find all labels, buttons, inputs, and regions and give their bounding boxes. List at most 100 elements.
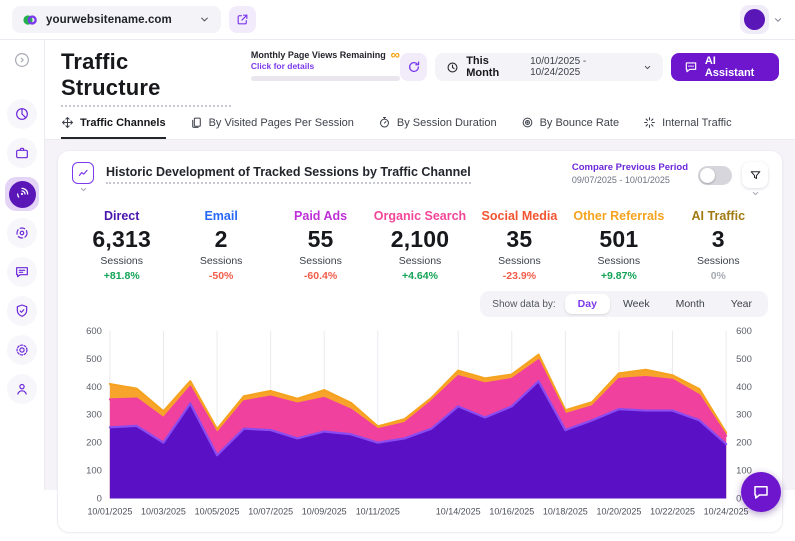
stat-direct[interactable]: Direct 6,313 Sessions +81.8% <box>72 209 171 282</box>
sidebar-item-account[interactable] <box>7 374 37 404</box>
chat-fab[interactable] <box>741 472 781 512</box>
stat-ai-traffic[interactable]: AI Traffic 3 Sessions 0% <box>669 209 768 282</box>
chevron-down-icon <box>643 63 652 72</box>
internal-traffic-icon <box>643 116 656 129</box>
sessions-radar-icon <box>14 186 30 202</box>
sidebar <box>0 40 45 490</box>
stat-label: Email <box>171 209 270 223</box>
tab-traffic-channels[interactable]: Traffic Channels <box>61 116 166 139</box>
date-range-selector[interactable]: This Month 10/01/2025 - 10/24/2025 <box>435 53 663 81</box>
compare-block: Compare Previous Period 09/07/2025 - 10/… <box>572 162 688 185</box>
tab-bar: Traffic Channels By Visited Pages Per Se… <box>45 116 795 139</box>
stat-label: Social Media <box>470 209 569 223</box>
chart-line-icon <box>72 162 94 184</box>
svg-text:0: 0 <box>97 493 102 504</box>
granularity-day[interactable]: Day <box>565 294 610 314</box>
granularity-week[interactable]: Week <box>610 294 663 314</box>
stat-unit: Sessions <box>370 255 469 267</box>
stat-paid-ads[interactable]: Paid Ads 55 Sessions -60.4% <box>271 209 370 282</box>
stat-label: Paid Ads <box>271 209 370 223</box>
stat-value: 35 <box>470 226 569 253</box>
tab-label: By Visited Pages Per Session <box>209 117 354 129</box>
content-area: Historic Development of Tracked Sessions… <box>45 140 795 541</box>
svg-text:400: 400 <box>736 382 752 393</box>
pages-icon <box>190 116 203 129</box>
sidebar-item-business[interactable] <box>7 138 37 168</box>
sidebar-item-goals[interactable] <box>7 218 37 248</box>
ai-assistant-button[interactable]: AI Assistant <box>671 53 779 81</box>
compare-label: Compare Previous Period <box>572 162 688 173</box>
svg-text:600: 600 <box>86 326 102 337</box>
svg-text:600: 600 <box>736 326 752 337</box>
site-selector[interactable]: yourwebsitename.com <box>12 6 221 33</box>
stat-email[interactable]: Email 2 Sessions -50% <box>171 209 270 282</box>
open-site-button[interactable] <box>229 6 256 33</box>
svg-text:200: 200 <box>86 438 102 449</box>
compare-toggle[interactable] <box>698 166 732 185</box>
tab-visited-pages[interactable]: By Visited Pages Per Session <box>190 116 354 139</box>
stat-label: Organic Search <box>370 209 469 223</box>
sidebar-item-traffic[interactable] <box>5 177 39 211</box>
svg-text:10/16/2025: 10/16/2025 <box>489 506 534 516</box>
period-label: This Month <box>466 55 523 79</box>
sidebar-item-messages[interactable] <box>7 257 37 287</box>
pie-chart-icon <box>14 106 30 122</box>
stat-unit: Sessions <box>171 255 270 267</box>
quota-widget: Monthly Page Views Remaining ∞ Click for… <box>251 50 400 81</box>
stat-organic-search[interactable]: Organic Search 2,100 Sessions +4.64% <box>370 209 469 282</box>
briefcase-icon <box>14 145 30 161</box>
refresh-button[interactable] <box>400 53 427 81</box>
show-data-by-label: Show data by: <box>483 299 564 310</box>
sidebar-item-analytics[interactable] <box>7 99 37 129</box>
svg-text:10/05/2025: 10/05/2025 <box>195 506 240 516</box>
tab-label: Internal Traffic <box>662 117 732 129</box>
sidebar-item-settings[interactable] <box>7 335 37 365</box>
sidebar-item-security[interactable] <box>7 296 37 326</box>
traffic-card: Historic Development of Tracked Sessions… <box>57 150 783 533</box>
stat-other-referrals[interactable]: Other Referrals 501 Sessions +9.87% <box>569 209 668 282</box>
sidebar-toggle[interactable] <box>9 47 35 73</box>
card-title: Historic Development of Tracked Sessions… <box>106 165 471 184</box>
stat-delta: -50% <box>171 270 270 282</box>
tab-bounce-rate[interactable]: By Bounce Rate <box>521 116 620 139</box>
chevron-down-icon[interactable] <box>79 185 88 194</box>
granularity-month[interactable]: Month <box>663 294 718 314</box>
granularity-switcher: Show data by: Day Week Month Year <box>480 291 768 317</box>
infinity-icon: ∞ <box>391 50 400 60</box>
stat-unit: Sessions <box>72 255 171 267</box>
ai-assistant-label: AI Assistant <box>705 55 766 79</box>
filter-button[interactable] <box>742 162 768 188</box>
svg-text:10/14/2025: 10/14/2025 <box>436 506 481 516</box>
avatar <box>740 5 769 34</box>
timer-icon <box>378 116 391 129</box>
stat-unit: Sessions <box>569 255 668 267</box>
tab-session-duration[interactable]: By Session Duration <box>378 116 497 139</box>
stat-value: 2,100 <box>370 226 469 253</box>
granularity-year[interactable]: Year <box>718 294 765 314</box>
svg-text:10/09/2025: 10/09/2025 <box>302 506 347 516</box>
clock-icon <box>446 61 459 74</box>
quota-details-link[interactable]: Click for details <box>251 61 400 71</box>
stat-label: AI Traffic <box>669 209 768 223</box>
quota-progress-bar <box>251 76 400 81</box>
page-header: Traffic Structure Monthly Page Views Rem… <box>45 40 795 140</box>
user-menu[interactable] <box>740 5 783 34</box>
svg-text:10/20/2025: 10/20/2025 <box>597 506 642 516</box>
svg-text:500: 500 <box>736 354 752 365</box>
chevron-down-icon[interactable] <box>751 189 760 198</box>
filter-icon <box>749 169 762 182</box>
stat-unit: Sessions <box>271 255 370 267</box>
tab-internal-traffic[interactable]: Internal Traffic <box>643 116 732 139</box>
svg-text:400: 400 <box>86 382 102 393</box>
quota-title: Monthly Page Views Remaining <box>251 50 386 60</box>
svg-text:10/07/2025: 10/07/2025 <box>248 506 293 516</box>
traffic-stacked-area-chart[interactable]: 0010010020020030030040040050050060060010… <box>72 321 768 526</box>
stat-delta: 0% <box>669 270 768 282</box>
stat-delta: -60.4% <box>271 270 370 282</box>
stat-delta: +9.87% <box>569 270 668 282</box>
svg-text:10/18/2025: 10/18/2025 <box>543 506 588 516</box>
svg-text:10/01/2025: 10/01/2025 <box>87 506 132 516</box>
chat-fab-icon <box>752 483 770 501</box>
stat-label: Direct <box>72 209 171 223</box>
stat-social-media[interactable]: Social Media 35 Sessions -23.9% <box>470 209 569 282</box>
